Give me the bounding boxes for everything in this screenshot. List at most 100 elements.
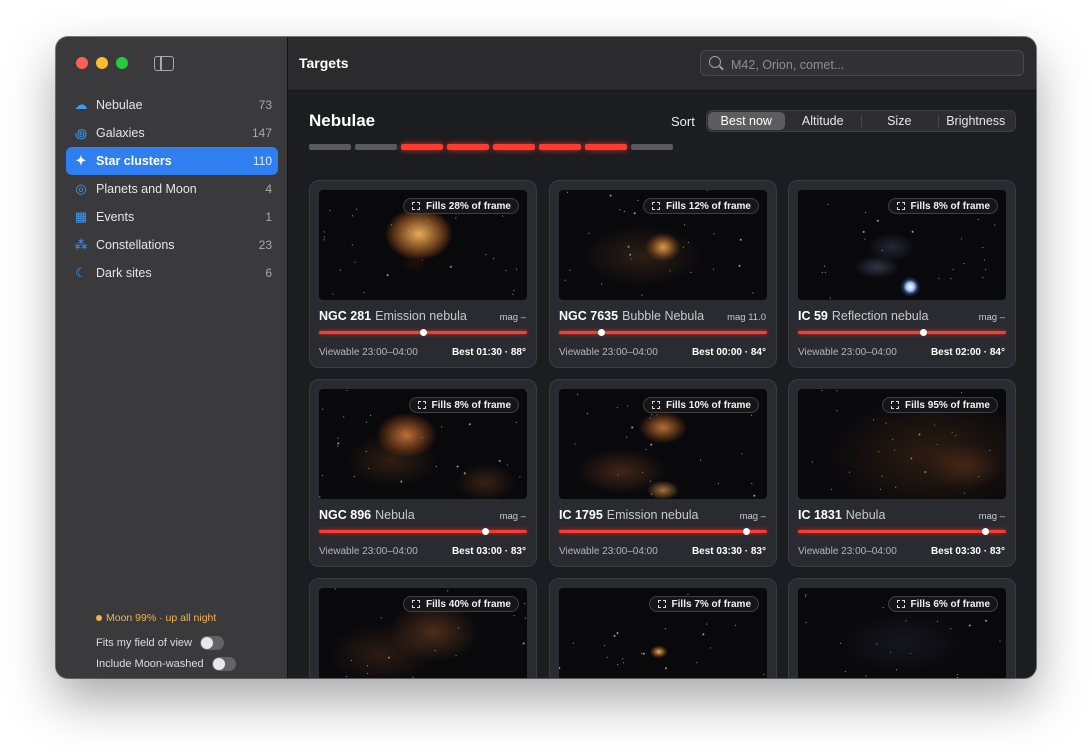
target-name: NGC 7635 Bubble Nebula [559,309,704,323]
sidebar-item-star-clusters[interactable]: ✦ Star clusters 110 [66,147,278,175]
target-thumbnail: Fills 10% of frame [559,389,767,499]
frame-icon [896,600,905,608]
fills-frame-text: Fills 7% of frame [671,599,751,610]
sidebar-item-nebulae[interactable]: ☁ Nebulae 73 [66,91,278,119]
target-card[interactable]: Fills 28% of frame NGC 281 Emission nebula… [309,180,537,368]
altitude-marker [482,528,490,535]
window-title: Targets [299,55,349,71]
search-field[interactable] [700,50,1024,76]
altitude-marker [597,329,605,336]
magnitude: mag – [739,511,766,522]
include-moon-washed-toggle[interactable] [211,656,236,671]
sidebar-item-events[interactable]: ▦ Events 1 [66,203,278,231]
main-content: Nebulae Sort Best now Altitude Size Brig… [288,91,1036,678]
calendar-icon: ▦ [74,209,88,224]
sort-option-size[interactable]: Size [861,112,938,130]
altitude-marker [919,329,927,336]
fills-frame-badge: Fills 6% of frame [887,596,998,612]
altitude-bar [798,329,1006,336]
fills-frame-text: Fills 8% of frame [431,400,511,411]
fills-frame-badge: Fills 12% of frame [642,198,759,214]
target-card[interactable]: Fills 7% of frame [549,578,777,678]
sidebar-footer: Moon 99% · up all night Fits my field of… [96,612,276,674]
sidebar-item-galaxies[interactable]: ꩜ Galaxies 147 [66,119,278,147]
target-thumbnail: Fills 7% of frame [559,588,767,678]
target-card[interactable]: Fills 12% of frame NGC 7635 Bubble Nebula m… [549,180,777,368]
best-time: Best 01:30 · 88° [451,347,526,358]
sidebar-item-planets-and-moon[interactable]: ◎ Planets and Moon 4 [66,175,278,203]
close-window-button[interactable] [76,57,88,69]
section-title: Nebulae [309,111,376,130]
fills-frame-badge: Fills 7% of frame [648,596,759,612]
sidebar-item-constellations[interactable]: ⁂ Constellations 23 [66,231,278,259]
target-name: NGC 896 Nebula [319,508,415,522]
cloud-icon: ☁ [74,97,88,112]
sort-option-brightness[interactable]: Brightness [937,112,1015,130]
sidebar-item-dark-sites[interactable]: ☾ Dark sites 6 [66,259,278,287]
frame-icon [657,600,666,608]
frame-icon [411,202,420,210]
target-card[interactable]: Fills 40% of frame [309,578,537,678]
altitude-bar [559,329,767,336]
sidebar-item-count: 1 [265,210,272,224]
fills-frame-badge: Fills 8% of frame [408,397,519,413]
target-card[interactable]: Fills 6% of frame [788,578,1016,678]
fills-frame-badge: Fills 10% of frame [642,397,759,413]
histogram-segment [355,144,397,150]
sidebar-item-label: Events [96,210,135,224]
target-id: IC 1795 [559,508,603,522]
viewable-window: Viewable 23:00–04:00 [559,347,658,358]
altitude-bar [319,329,527,336]
search-input[interactable] [729,55,1013,74]
planet-icon: ◎ [75,181,87,196]
target-card[interactable]: Fills 8% of frame NGC 896 Nebula mag – Viewa… [309,379,537,567]
sidebar-item-label: Constellations [96,238,175,252]
target-name: IC 1831 Nebula [798,508,885,522]
altitude-marker [982,528,990,535]
sidebar-item-count: 4 [265,182,272,196]
sidebar-item-label: Star clusters [96,154,172,168]
viewable-window: Viewable 23:00–04:00 [319,347,418,358]
fits-fov-toggle[interactable] [199,635,224,650]
include-moon-washed-row: Include Moon-washed [96,653,276,674]
target-card[interactable]: Fills 8% of frame IC 59 Reflection nebula m… [788,180,1016,368]
target-card[interactable]: Fills 10% of frame IC 1795 Emission nebula… [549,379,777,567]
frame-icon [651,202,660,210]
histogram-segment [309,144,351,150]
sidebar-item-count: 23 [258,238,272,252]
target-name: IC 1795 Emission nebula [559,508,699,522]
moon-icon: ☾ [75,265,87,280]
viewable-window: Viewable 23:00–04:00 [559,546,658,557]
best-time: Best 03:30 · 83° [930,546,1005,557]
sidebar-toggle-icon[interactable] [154,56,174,71]
fills-frame-text: Fills 95% of frame [904,400,990,411]
fills-frame-badge: Fills 8% of frame [887,198,998,214]
histogram-segment [539,144,581,150]
frame-icon [411,600,420,608]
fills-frame-badge: Fills 95% of frame [881,397,998,413]
target-thumbnail: Fills 6% of frame [798,588,1006,678]
galaxy-icon: ꩜ [74,126,88,141]
moon-status: Moon 99% · up all night [96,612,276,624]
fills-frame-text: Fills 10% of frame [665,400,751,411]
minimize-window-button[interactable] [96,57,108,69]
sort-option-best-now[interactable]: Best now [708,112,785,130]
altitude-marker [743,528,751,535]
toolbar: Targets [288,37,1036,91]
histogram-segment [493,144,535,150]
histogram-segment [447,144,489,150]
sidebar: ☁ Nebulae 73 ꩜ Galaxies 147 ✦ Star clust… [56,37,288,678]
best-time: Best 03:00 · 83° [451,546,526,557]
sidebar-item-label: Dark sites [96,266,152,280]
target-type: Emission nebula [375,309,467,323]
sort-label: Sort [671,114,695,129]
fills-frame-badge: Fills 28% of frame [402,198,519,214]
target-card[interactable]: Fills 95% of frame IC 1831 Nebula mag – View… [788,379,1016,567]
zoom-window-button[interactable] [116,57,128,69]
sort-option-altitude[interactable]: Altitude [785,112,862,130]
sidebar-item-label: Galaxies [96,126,145,140]
magnitude: mag – [499,312,526,323]
magnitude: mag – [978,312,1005,323]
viewable-window: Viewable 23:00–04:00 [798,347,897,358]
altitude-bar [798,528,1006,535]
